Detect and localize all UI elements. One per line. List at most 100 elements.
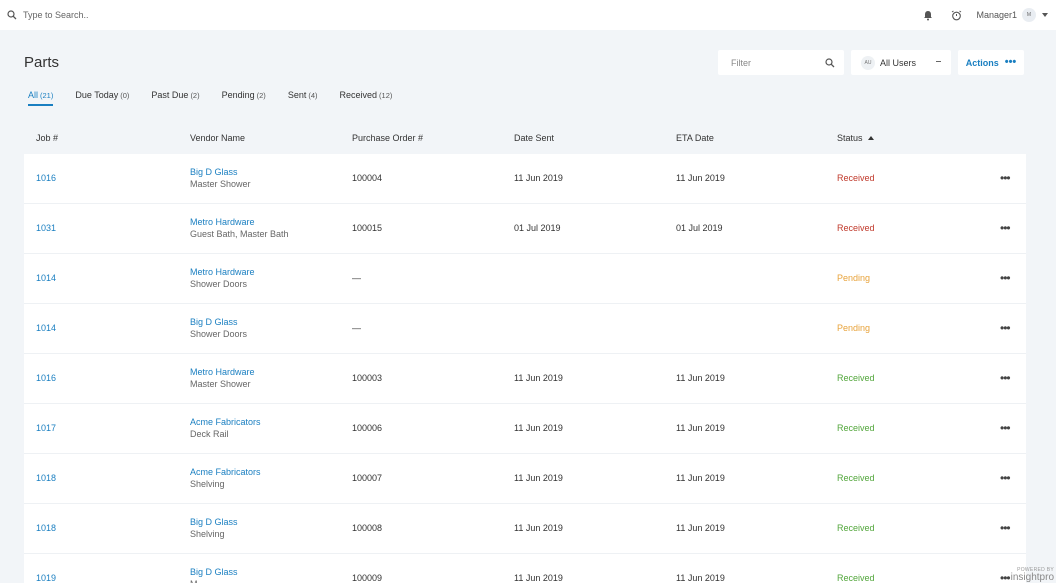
column-header-eta[interactable]: ETA Date <box>676 133 714 143</box>
tab-pending[interactable]: Pending (2) <box>222 90 266 106</box>
row-more-icon[interactable]: ••• <box>1000 321 1011 335</box>
vendor-location: M <box>190 579 238 583</box>
column-header-date-sent[interactable]: Date Sent <box>514 133 554 143</box>
vendor-location: Master Shower <box>190 379 251 389</box>
vendor-link[interactable]: Metro Hardware <box>190 217 289 227</box>
table-row[interactable]: 1018 Big D Glass Shelving 100008 11 Jun 2019… <box>24 504 1026 554</box>
users-select-label: All Users <box>880 57 917 68</box>
purchase-order-number: — <box>352 323 361 333</box>
avatar[interactable]: M <box>1022 8 1036 22</box>
job-link[interactable]: 1014 <box>36 323 56 333</box>
status-text: Received <box>837 573 875 583</box>
job-link[interactable]: 1016 <box>36 173 56 183</box>
vendor-location: Shower Doors <box>190 329 248 339</box>
vendor-location: Shower Doors <box>190 279 248 289</box>
purchase-order-number: 100008 <box>352 523 383 533</box>
vendor-cell: Big D Glass Master Shower <box>190 167 251 189</box>
column-header-po[interactable]: Purchase Order # <box>352 133 423 143</box>
user-name[interactable]: Manager1 <box>976 10 1017 20</box>
more-icon: ••• <box>1004 56 1017 68</box>
vendor-location: Master Shower <box>190 179 251 189</box>
search-input[interactable] <box>23 10 223 20</box>
date-sent: 11 Jun 2019 <box>514 573 563 583</box>
row-more-icon[interactable]: ••• <box>1000 271 1011 285</box>
vendor-link[interactable]: Acme Fabricators <box>190 467 261 477</box>
vendor-cell: Big D Glass Shelving <box>190 517 238 539</box>
table-row[interactable]: 1017 Acme Fabricators Deck Rail 100006 11 Ju… <box>24 404 1026 454</box>
row-more-icon[interactable]: ••• <box>1000 571 1011 583</box>
job-link[interactable]: 1017 <box>36 423 56 433</box>
vendor-link[interactable]: Big D Glass <box>190 167 251 177</box>
job-link[interactable]: 1018 <box>36 473 56 483</box>
dropdown-icon <box>936 61 941 63</box>
table-row[interactable]: 1016 Metro Hardware Master Shower 100003 11 … <box>24 354 1026 404</box>
table-row[interactable]: 1016 Big D Glass Master Shower 100004 11 Jun… <box>24 154 1026 204</box>
top-bar: Manager1 M <box>0 0 1056 30</box>
column-header-status[interactable]: Status <box>837 133 874 143</box>
eta-date: 11 Jun 2019 <box>676 423 725 433</box>
job-link[interactable]: 1019 <box>36 573 56 583</box>
column-header-job[interactable]: Job # <box>36 133 58 143</box>
table-row[interactable]: 1031 Metro Hardware Guest Bath, Master Bat… <box>24 204 1026 254</box>
date-sent: 11 Jun 2019 <box>514 423 563 433</box>
job-link[interactable]: 1031 <box>36 223 56 233</box>
tab-all[interactable]: All (21) <box>28 90 54 106</box>
vendor-link[interactable]: Big D Glass <box>190 317 247 327</box>
status-text: Received <box>837 373 875 383</box>
filter-input[interactable] <box>731 57 821 68</box>
job-link[interactable]: 1016 <box>36 373 56 383</box>
tab-due-today[interactable]: Due Today (0) <box>75 90 129 106</box>
bell-icon[interactable] <box>920 7 936 23</box>
vendor-cell: Acme Fabricators Deck Rail <box>190 417 261 439</box>
vendor-cell: Big D Glass M <box>190 567 238 583</box>
row-more-icon[interactable]: ••• <box>1000 521 1011 535</box>
vendor-link[interactable]: Metro Hardware <box>190 267 255 277</box>
vendor-cell: Big D Glass Shower Doors <box>190 317 247 339</box>
vendor-cell: Metro Hardware Guest Bath, Master Bath <box>190 217 289 239</box>
parts-table: 1016 Big D Glass Master Shower 100004 11 Jun… <box>24 154 1026 583</box>
page-title: Parts <box>24 54 60 71</box>
purchase-order-number: 100003 <box>352 373 383 383</box>
users-select[interactable]: AU All Users <box>851 50 951 75</box>
row-more-icon[interactable]: ••• <box>1000 421 1011 435</box>
tab-past-due[interactable]: Past Due (2) <box>151 90 199 106</box>
date-sent: 11 Jun 2019 <box>514 173 563 183</box>
table-row[interactable]: 1014 Metro Hardware Shower Doors — Pending ••… <box>24 254 1026 304</box>
job-link[interactable]: 1014 <box>36 273 56 283</box>
column-header-vendor[interactable]: Vendor Name <box>190 133 245 143</box>
vendor-link[interactable]: Big D Glass <box>190 567 238 577</box>
search-icon[interactable] <box>825 57 835 68</box>
actions-button[interactable]: Actions ••• <box>958 50 1024 75</box>
filter-field[interactable] <box>718 50 844 75</box>
status-text: Received <box>837 473 875 483</box>
row-more-icon[interactable]: ••• <box>1000 471 1011 485</box>
job-link[interactable]: 1018 <box>36 523 56 533</box>
table-row[interactable]: 1018 Acme Fabricators Shelving 100007 11 Jun… <box>24 454 1026 504</box>
brand-logo: insightpro <box>1010 572 1054 583</box>
vendor-cell: Metro Hardware Master Shower <box>190 367 255 389</box>
status-text: Received <box>837 423 875 433</box>
table-row[interactable]: 1019 Big D Glass M 100009 11 Jun 2019 11 Jun … <box>24 554 1026 583</box>
date-sent: 01 Jul 2019 <box>514 223 561 233</box>
date-sent: 11 Jun 2019 <box>514 473 563 483</box>
vendor-link[interactable]: Metro Hardware <box>190 367 255 377</box>
tab-sent[interactable]: Sent (4) <box>288 90 318 106</box>
eta-date: 11 Jun 2019 <box>676 573 725 583</box>
vendor-location: Deck Rail <box>190 429 229 439</box>
table-header: Job # Vendor Name Purchase Order # Date … <box>24 128 1026 148</box>
status-text: Received <box>837 223 875 233</box>
status-text: Pending <box>837 273 871 283</box>
global-search[interactable] <box>7 10 223 20</box>
row-more-icon[interactable]: ••• <box>1000 221 1011 235</box>
vendor-location: Guest Bath, Master Bath <box>190 229 289 239</box>
tab-received[interactable]: Received (12) <box>340 90 393 106</box>
chevron-down-icon[interactable] <box>1042 13 1048 17</box>
table-row[interactable]: 1014 Big D Glass Shower Doors — Pending ••• <box>24 304 1026 354</box>
alarm-clock-icon[interactable] <box>948 7 964 23</box>
vendor-cell: Metro Hardware Shower Doors <box>190 267 255 289</box>
vendor-link[interactable]: Acme Fabricators <box>190 417 261 427</box>
row-more-icon[interactable]: ••• <box>1000 171 1011 185</box>
row-more-icon[interactable]: ••• <box>1000 371 1011 385</box>
vendor-link[interactable]: Big D Glass <box>190 517 238 527</box>
status-text: Pending <box>837 323 871 333</box>
